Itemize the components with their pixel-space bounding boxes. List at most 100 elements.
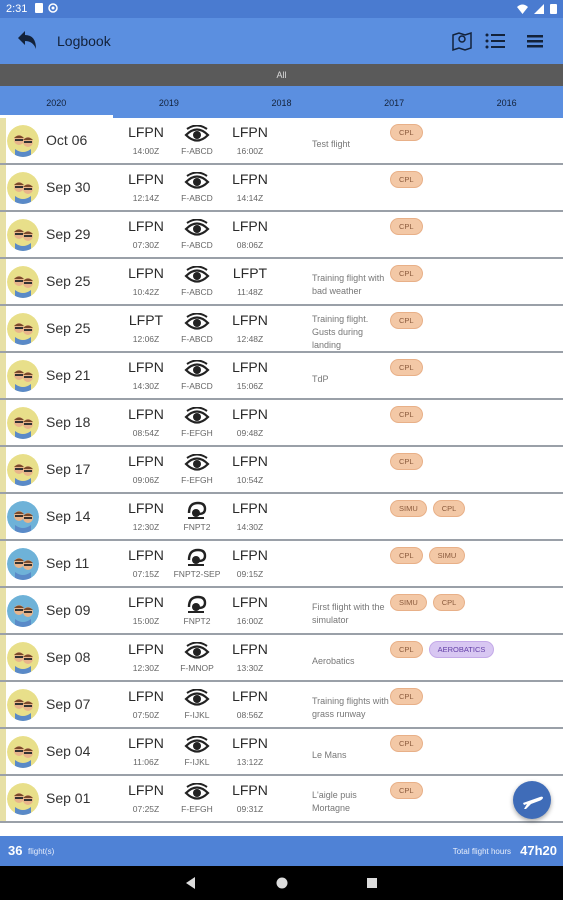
tab-year-2017[interactable]: 2017 — [338, 86, 451, 118]
table-row[interactable]: Sep 08 LFPN 12:30Z F-MNOP LFPN 13:30Z Aerobati… — [0, 635, 563, 682]
table-row[interactable]: Sep 21 LFPN 14:30Z F-ABCD LFPN 15:06Z TdP CPL — [0, 353, 563, 400]
table-row[interactable]: Sep 30 LFPN 12:14Z F-ABCD LFPN 14:14Z CPL — [0, 165, 563, 212]
list-view-button[interactable] — [483, 29, 507, 53]
table-row[interactable]: Oct 06 LFPN 14:00Z F-ABCD LFPN 16:00Z Test fli… — [0, 118, 563, 165]
flight-date: Sep 14 — [46, 508, 91, 524]
tab-year-2019[interactable]: 2019 — [113, 86, 226, 118]
aircraft-registration: F-MNOP — [180, 663, 214, 673]
filter-bar[interactable]: All — [0, 64, 563, 86]
nav-back-icon[interactable] — [184, 876, 198, 890]
flight-count-label: flight(s) — [28, 847, 55, 856]
flight-remark: L'aigle puis Mortagne — [312, 782, 390, 822]
aircraft-registration: FNPT2-SEP — [173, 569, 221, 579]
flight-remark-text: TdP — [312, 373, 329, 384]
arrival-time: 16:00Z — [236, 616, 264, 626]
arrival-airport: LFPN — [232, 124, 268, 140]
menu-button[interactable] — [523, 29, 547, 53]
tag-badge: CPL — [390, 547, 423, 564]
departure-time: 07:50Z — [132, 710, 160, 720]
tag-badge: CPL — [390, 171, 423, 188]
flight-remark — [312, 453, 390, 493]
flight-date: Sep 17 — [46, 461, 91, 477]
row-stripe — [0, 212, 6, 257]
flight-date: Sep 09 — [46, 602, 91, 618]
arrival-time: 16:00Z — [236, 146, 264, 156]
back-button[interactable] — [12, 27, 40, 55]
departure-time: 08:54Z — [132, 428, 160, 438]
simulator-icon — [184, 548, 210, 568]
table-row[interactable]: Sep 14 LFPN 12:30Z FNPT2 LFPN 14:30Z SIMU CPL — [0, 494, 563, 541]
departure-airport: LFPT — [128, 312, 164, 328]
year-tabs: 2020 2019 2018 2017 2016 — [0, 86, 563, 118]
row-stripe — [0, 118, 6, 163]
table-row[interactable]: Sep 29 LFPN 07:30Z F-ABCD LFPN 08:06Z CPL — [0, 212, 563, 259]
pilot-avatar — [7, 595, 39, 627]
battery-icon — [550, 4, 557, 14]
total-hours-value: 47h20 — [520, 843, 557, 858]
table-row[interactable]: Sep 25 LFPT 12:06Z F-ABCD LFPN 12:48Z Training… — [0, 306, 563, 353]
pilot-avatar — [7, 454, 39, 486]
arrival-time: 10:54Z — [236, 475, 264, 485]
table-row[interactable]: Sep 09 LFPN 15:00Z FNPT2 LFPN 16:00Z First fli… — [0, 588, 563, 635]
pilot-avatar — [7, 407, 39, 439]
departure-airport: LFPN — [128, 594, 164, 610]
table-row[interactable]: Sep 07 LFPN 07:50Z F-IJKL LFPN 08:56Z Training… — [0, 682, 563, 729]
departure-time: 07:30Z — [132, 240, 160, 250]
nav-recents-icon[interactable] — [365, 876, 379, 890]
status-time: 2:31 — [6, 3, 28, 15]
departure-airport: LFPN — [128, 406, 164, 422]
tag-badge: CPL — [390, 688, 423, 705]
tag-badge: SIMU — [390, 594, 427, 611]
row-stripe — [0, 494, 6, 539]
arrival-airport: LFPN — [232, 782, 268, 798]
table-row[interactable]: Sep 17 LFPN 09:06Z F-EFGH LFPN 10:54Z CPL — [0, 447, 563, 494]
tab-year-2018[interactable]: 2018 — [225, 86, 338, 118]
arrival-airport: LFPN — [232, 594, 268, 610]
add-flight-button[interactable] — [513, 781, 551, 819]
tab-year-2016[interactable]: 2016 — [450, 86, 563, 118]
table-row[interactable]: Sep 11 LFPN 07:15Z FNPT2-SEP LFPN 09:15Z CPL SI… — [0, 541, 563, 588]
arrival-time: 11:48Z — [237, 287, 263, 297]
aircraft-eye-icon — [184, 735, 210, 756]
departure-airport: LFPN — [128, 453, 164, 469]
map-icon — [452, 31, 472, 52]
aircraft-registration: F-IJKL — [184, 757, 210, 767]
table-row[interactable]: Sep 25 LFPN 10:42Z F-ABCD LFPT 11:48Z Training… — [0, 259, 563, 306]
flight-remark — [312, 406, 390, 446]
map-view-button[interactable] — [450, 29, 474, 53]
flight-remark-text: Aerobatics — [312, 655, 355, 666]
flight-remark: Aerobatics — [312, 641, 390, 681]
flight-remark — [312, 547, 390, 587]
table-row[interactable]: Sep 04 LFPN 11:06Z F-IJKL LFPN 13:12Z Le Mans C… — [0, 729, 563, 776]
arrival-time: 09:31Z — [236, 804, 264, 814]
departure-airport: LFPN — [128, 500, 164, 516]
tab-year-2020[interactable]: 2020 — [0, 86, 113, 118]
pilot-avatar — [7, 689, 39, 721]
table-row[interactable]: Sep 01 LFPN 07:25Z F-EFGH LFPN 09:31Z L'aigle … — [0, 776, 563, 823]
arrival-airport: LFPN — [232, 359, 268, 375]
flight-list[interactable]: Oct 06 LFPN 14:00Z F-ABCD LFPN 16:00Z Test fli… — [0, 118, 563, 836]
tag-badge: SIMU — [390, 500, 427, 517]
aircraft-eye-icon — [184, 265, 210, 286]
departure-airport: LFPN — [128, 641, 164, 657]
departure-airport: LFPN — [128, 171, 164, 187]
pilot-avatar — [7, 736, 39, 768]
location-icon — [48, 3, 58, 13]
departure-time: 12:14Z — [132, 193, 160, 203]
departure-time: 14:00Z — [132, 146, 160, 156]
pilot-avatar — [7, 313, 39, 345]
row-stripe — [0, 729, 6, 774]
flight-tags: SIMU CPL — [390, 594, 466, 611]
aircraft-eye-icon — [184, 688, 210, 709]
pilot-avatar — [7, 219, 39, 251]
flight-date: Oct 06 — [46, 132, 88, 148]
flight-tags: CPL — [390, 782, 423, 799]
table-row[interactable]: Sep 18 LFPN 08:54Z F-EFGH LFPN 09:48Z CPL — [0, 400, 563, 447]
nav-home-icon[interactable] — [275, 876, 289, 890]
flight-tags: CPL SIMU — [390, 547, 466, 564]
departure-time: 10:42Z — [132, 287, 160, 297]
arrival-time: 08:56Z — [236, 710, 264, 720]
tag-badge: AEROBATICS — [428, 641, 495, 658]
aircraft-eye-icon — [184, 453, 210, 474]
aircraft-eye-icon — [184, 171, 210, 192]
